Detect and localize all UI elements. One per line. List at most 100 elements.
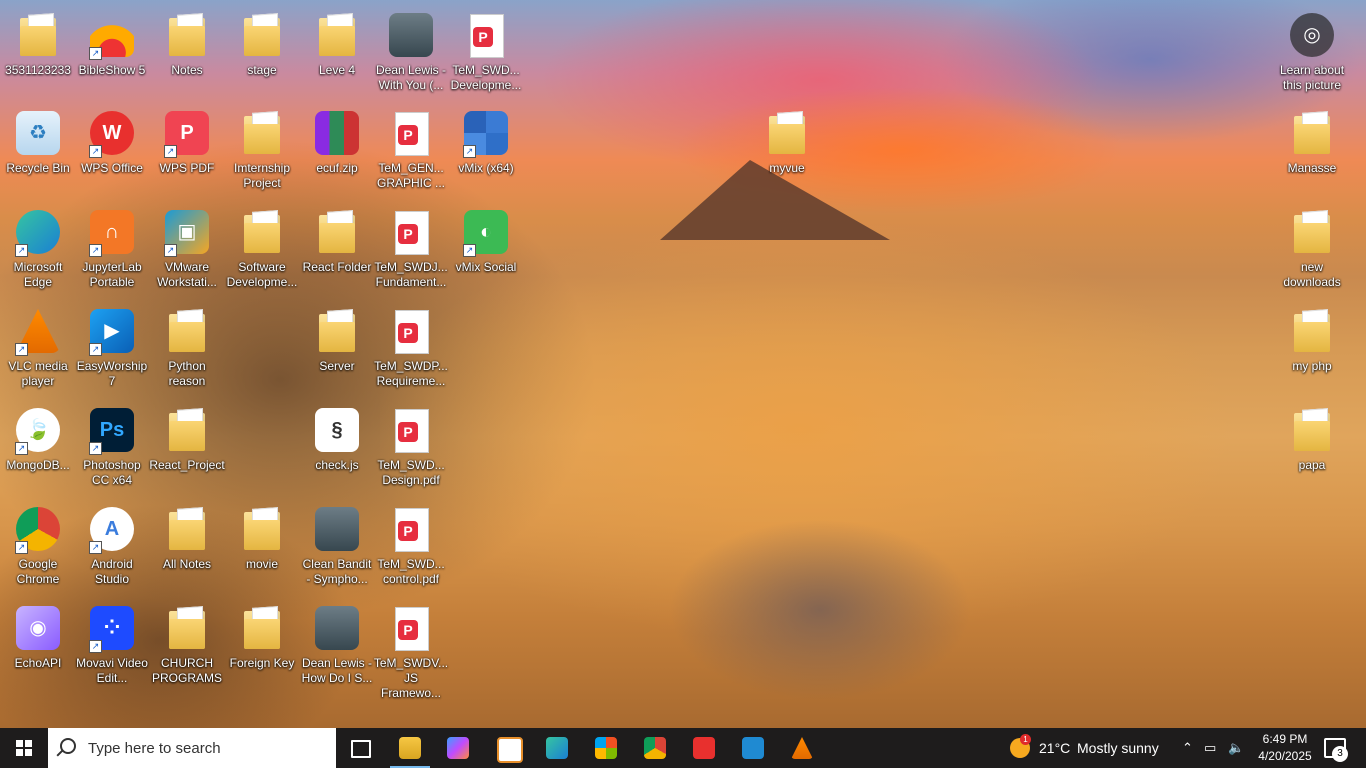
desktop-icon-ecuf-zip[interactable]: ecuf.zip <box>299 108 375 176</box>
icon-label: CHURCH PROGRAMS <box>151 656 222 685</box>
desktop-icon-recycle-bin[interactable]: ♻ Recycle Bin <box>0 108 76 176</box>
desktop-icon-movie[interactable]: movie <box>224 504 300 572</box>
paint-button[interactable] <box>484 728 532 768</box>
chrome-icon <box>644 737 666 759</box>
desktop-icon-android-studio[interactable]: A ↗ Android Studio <box>74 504 150 587</box>
desktop-icon-tem-swdp-requireme[interactable]: TeM_SWDP... Requireme... <box>373 306 449 389</box>
icon-label: BibleShow 5 <box>78 63 146 77</box>
shortcut-arrow-icon: ↗ <box>89 47 102 60</box>
desktop-icon-imternship-project[interactable]: Imternship Project <box>224 108 300 191</box>
icon-label: TeM_SWD... control.pdf <box>377 557 445 586</box>
vlc-button[interactable] <box>778 728 826 768</box>
shortcut-arrow-icon: ↗ <box>89 442 102 455</box>
edge-button[interactable] <box>533 728 581 768</box>
clock[interactable]: 6:49 PM 4/20/2025 <box>1250 731 1320 765</box>
desktop-icon-jupyterlab-portable[interactable]: ∩ ↗ JupyterLab Portable <box>74 207 150 290</box>
desktop-icon-wps-pdf[interactable]: P ↗ WPS PDF <box>149 108 225 176</box>
desktop-icon-dean-lewis-with-you[interactable]: Dean Lewis - With You (... <box>373 10 449 93</box>
weather-condition[interactable]: Mostly sunny <box>1077 728 1159 768</box>
taskbar: Type here to search 1 21°C Mostly sunny … <box>0 728 1366 768</box>
chrome-button[interactable] <box>631 728 679 768</box>
chevron-up-icon[interactable]: ⌃ <box>1182 728 1193 768</box>
desktop-icon-learn-about-this-picture[interactable]: ◎ Learn about this picture <box>1274 10 1350 93</box>
icon-label: Manasse <box>1287 161 1337 175</box>
winrar-zip-icon <box>312 108 362 158</box>
desktop-icon-server[interactable]: Server <box>299 306 375 374</box>
desktop-icon-papa[interactable]: papa <box>1274 405 1350 473</box>
desktop-icon-tem-swd-developme[interactable]: TeM_SWD... Developme... <box>448 10 524 93</box>
copilot-button[interactable] <box>434 728 482 768</box>
clock-date: 4/20/2025 <box>1258 749 1312 763</box>
pdf-file-icon <box>386 306 436 356</box>
desktop-icon-bibleshow-5[interactable]: ↗ BibleShow 5 <box>74 10 150 78</box>
desktop-icon-tem-gen-graphic[interactable]: TeM_GEN... GRAPHIC ... <box>373 108 449 191</box>
icon-label: MongoDB... <box>6 458 70 472</box>
desktop-icon-movavi-video-edit[interactable]: ⁘ ↗ Movavi Video Edit... <box>74 603 150 686</box>
vscode-icon <box>742 737 764 759</box>
pdf-file-icon <box>386 603 436 653</box>
file-explorer-button[interactable] <box>386 728 434 768</box>
pdf-file-icon <box>386 405 436 455</box>
desktop-icon-react-folder[interactable]: React Folder <box>299 207 375 275</box>
icon-label: React Folder <box>302 260 372 274</box>
icon-label: TeM_SWDP... Requireme... <box>374 359 448 388</box>
desktop-icon-python-reason[interactable]: Python reason <box>149 306 225 389</box>
desktop-icon-microsoft-edge[interactable]: ↗ Microsoft Edge <box>0 207 76 290</box>
desktop-icon-tem-swd-control-pdf[interactable]: TeM_SWD... control.pdf <box>373 504 449 587</box>
desktop-icon-new-downloads[interactable]: new downloads <box>1274 207 1350 290</box>
wps-button[interactable] <box>680 728 728 768</box>
desktop-icon-wps-office[interactable]: W ↗ WPS Office <box>74 108 150 176</box>
desktop-icon-check-js[interactable]: § check.js <box>299 405 375 473</box>
desktop-icon-dean-lewis-how-do-i-s[interactable]: Dean Lewis - How Do I S... <box>299 603 375 686</box>
icon-label: WPS Office <box>81 161 143 175</box>
store-button[interactable] <box>582 728 630 768</box>
desktop-icon-vlc-media-player[interactable]: ↗ VLC media player <box>0 306 76 389</box>
icon-label: movie <box>245 557 278 571</box>
desktop-icon-tem-swd-design-pdf[interactable]: TeM_SWD... Design.pdf <box>373 405 449 488</box>
desktop-icon-easyworship-7[interactable]: ▶ ↗ EasyWorship 7 <box>74 306 150 389</box>
icon-label: Imternship Project <box>233 161 291 190</box>
desktop-icon-mongodb[interactable]: 🍃 ↗ MongoDB... <box>0 405 76 473</box>
folder-icon <box>312 306 362 356</box>
desktop-icon-my-php[interactable]: my php <box>1274 306 1350 374</box>
start-button[interactable] <box>0 728 48 768</box>
movavi-icon: ⁘ ↗ <box>87 603 137 653</box>
desktop-icon-photoshop-cc-x64[interactable]: Ps ↗ Photoshop CC x64 <box>74 405 150 488</box>
windows-logo-icon <box>16 740 32 756</box>
desktop-icon-manasse[interactable]: Manasse <box>1274 108 1350 176</box>
desktop-icon-react-project[interactable]: React_Project <box>149 405 225 473</box>
vscode-button[interactable] <box>729 728 777 768</box>
icon-label: stage <box>247 63 277 77</box>
desktop-icon-stage[interactable]: stage <box>224 10 300 78</box>
volume-icon[interactable]: 🔈 <box>1228 728 1244 768</box>
desktop-icon-tem-swdj-fundament[interactable]: TeM_SWDJ... Fundament... <box>373 207 449 290</box>
shortcut-arrow-icon: ↗ <box>164 145 177 158</box>
pdf-file-icon <box>461 10 511 60</box>
weather-badge: 1 <box>1020 734 1031 745</box>
desktop-icon-vmware-workstati[interactable]: ▣ ↗ VMware Workstati... <box>149 207 225 290</box>
desktop-icon-all-notes[interactable]: All Notes <box>149 504 225 572</box>
icon-label: Movavi Video Edit... <box>76 656 148 685</box>
desktop-icon-software-developme[interactable]: Software Developme... <box>224 207 300 290</box>
desktop-icon-echoapi[interactable]: ◉ EchoAPI <box>0 603 76 671</box>
desktop-icon-foreign-key[interactable]: Foreign Key <box>224 603 300 671</box>
desktop-icon-3531123233[interactable]: 3531123233 <box>0 10 76 78</box>
task-view-button[interactable] <box>336 728 384 768</box>
desktop-icon-clean-bandit-sympho[interactable]: Clean Bandit - Sympho... <box>299 504 375 587</box>
icon-label: Server <box>319 359 355 373</box>
folder-icon <box>1287 405 1337 455</box>
desktop-icon-notes[interactable]: Notes <box>149 10 225 78</box>
desktop-icon-leve-4[interactable]: Leve 4 <box>299 10 375 78</box>
icon-label: Photoshop CC x64 <box>83 458 141 487</box>
desktop-icon-vmix-x64[interactable]: ↗ vMix (x64) <box>448 108 524 176</box>
battery-icon[interactable]: ▭ <box>1204 728 1216 768</box>
desktop-icon-myvue[interactable]: myvue <box>749 108 825 176</box>
desktop-icon-church-programs[interactable]: CHURCH PROGRAMS <box>149 603 225 686</box>
shortcut-arrow-icon: ↗ <box>89 145 102 158</box>
weather-temp[interactable]: 21°C <box>1039 728 1070 768</box>
search-box[interactable]: Type here to search <box>48 728 336 768</box>
desktop-icon-vmix-social[interactable]: ◐ ↗ vMix Social <box>448 207 524 275</box>
desktop-icon-google-chrome[interactable]: ↗ Google Chrome <box>0 504 76 587</box>
icon-label: Android Studio <box>91 557 133 586</box>
desktop-icon-tem-swdv-js-framewo[interactable]: TeM_SWDV... JS Framewo... <box>373 603 449 701</box>
